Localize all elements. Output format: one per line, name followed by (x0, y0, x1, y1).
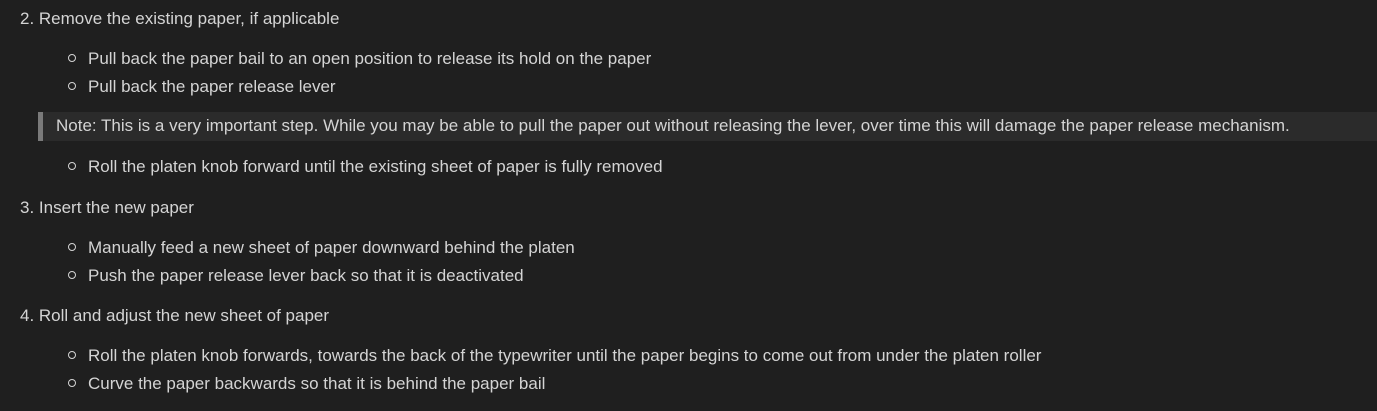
hollow-bullet-icon (68, 379, 76, 387)
list-item: Roll the platen knob forwards, towards t… (88, 346, 1042, 365)
step-heading: 2. Remove the existing paper, if applica… (20, 9, 340, 28)
note-text: Note: This is a very important step. Whi… (56, 116, 1290, 135)
hollow-bullet-icon (68, 351, 76, 359)
list-item: Pull back the paper bail to an open posi… (88, 49, 652, 68)
hollow-bullet-icon (68, 271, 76, 279)
step-heading: 4. Roll and adjust the new sheet of pape… (20, 306, 330, 325)
blockquote-bar (38, 112, 43, 141)
list-item: Pull back the paper release lever (88, 77, 336, 96)
step-heading: 3. Insert the new paper (20, 198, 194, 217)
list-item: Push the paper release lever back so tha… (88, 266, 524, 285)
hollow-bullet-icon (68, 54, 76, 62)
hollow-bullet-icon (68, 82, 76, 90)
hollow-bullet-icon (68, 243, 76, 251)
list-item: Manually feed a new sheet of paper downw… (88, 238, 575, 257)
list-item: Curve the paper backwards so that it is … (88, 374, 546, 393)
list-item: Roll the platen knob forward until the e… (88, 157, 663, 176)
note-blockquote: Note: This is a very important step. Whi… (38, 112, 1377, 141)
hollow-bullet-icon (68, 162, 76, 170)
